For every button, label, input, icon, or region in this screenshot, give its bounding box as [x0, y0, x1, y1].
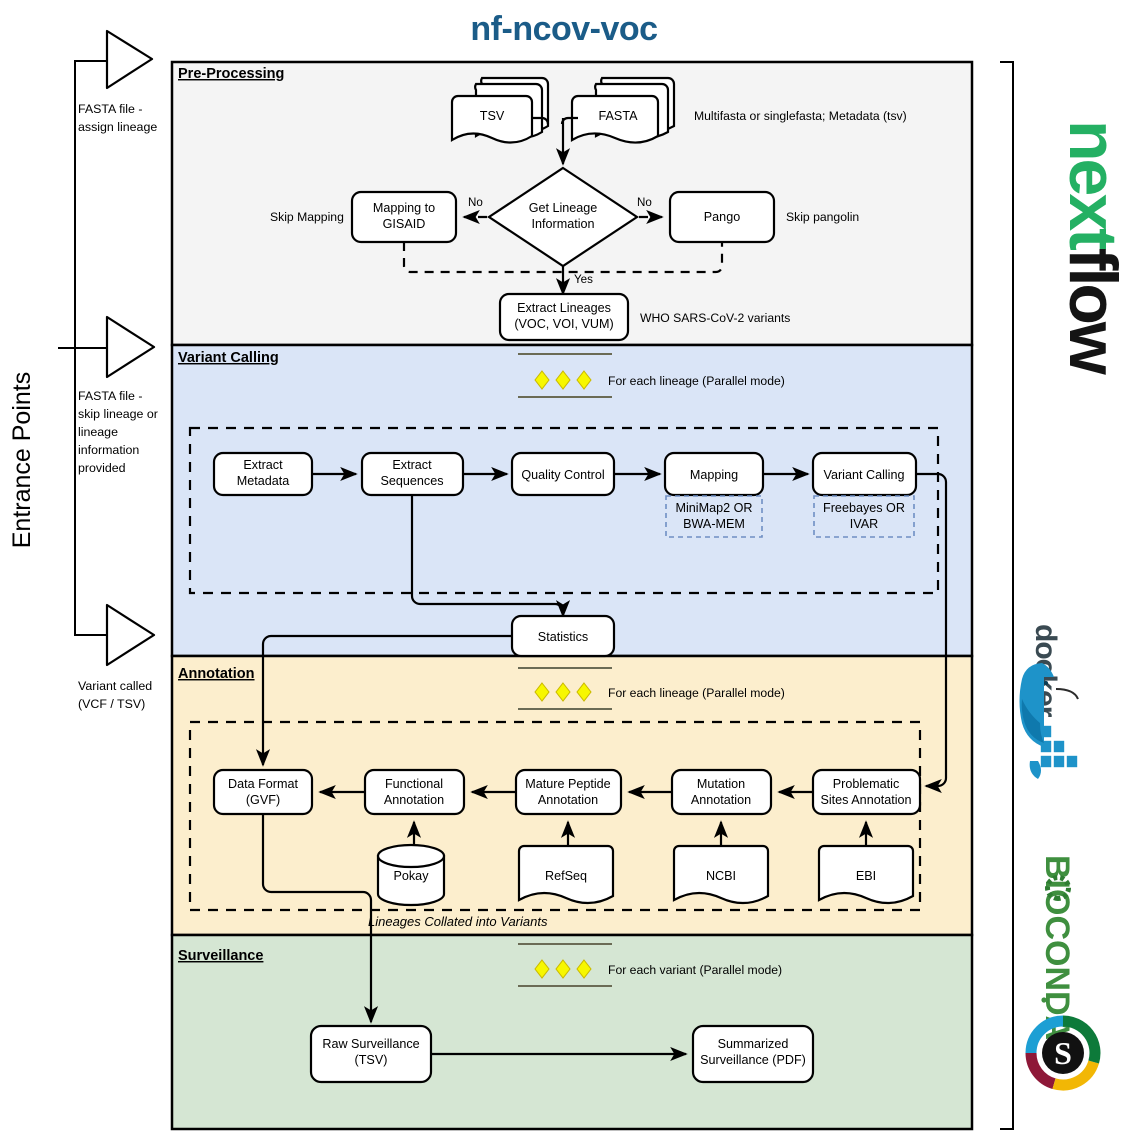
- annotation-footer-note: Lineages Collated into Variants: [368, 914, 548, 929]
- entrance-label-3-line2: (VCF / TSV): [78, 697, 145, 711]
- extract-metadata-line2: Metadata: [237, 474, 290, 488]
- problematic-sites-annotation: Problematic Sites Annotation: [811, 768, 922, 816]
- skip-mapping-note: Skip Mapping: [270, 210, 344, 224]
- entrance-label-1-line2: assign lineage: [78, 120, 157, 134]
- mapping: Mapping: [663, 451, 765, 497]
- entrance-label-1-line1: FASTA file -: [78, 102, 143, 116]
- mature-peptide-annotation-line1: Mature Peptide: [525, 777, 610, 791]
- variant-calling-tools-line1: Freebayes OR: [823, 501, 905, 515]
- entrance-label-2-line4: information: [78, 443, 139, 457]
- panel-surveillance: [170, 933, 974, 1131]
- mapping-to-gisaid-line1: Mapping to: [373, 201, 435, 215]
- mapping-tools-line2: BWA-MEM: [683, 517, 745, 531]
- nextflow-logo-text-green: next: [1055, 120, 1128, 250]
- entrance-label-2-line1: FASTA file -: [78, 389, 143, 403]
- parallel-note-surveillance: For each variant (Parallel mode): [608, 963, 782, 977]
- mutation-annotation: Mutation Annotation: [670, 768, 773, 816]
- data-format-gvf: Data Format (GVF): [212, 768, 314, 816]
- problematic-sites-annotation-line2: Sites Annotation: [820, 793, 911, 807]
- page-title: nf-ncov-voc: [470, 10, 657, 48]
- variant-calling-step: Variant Calling: [811, 451, 918, 497]
- parallel-note-annotation: For each lineage (Parallel mode): [608, 686, 785, 700]
- functional-annotation: Functional Annotation: [363, 768, 466, 816]
- raw-surveillance-line2: (TSV): [355, 1053, 388, 1067]
- mapping-to-gisaid: Mapping to GISAID: [350, 190, 458, 244]
- entrance-points-axis-label: Entrance Points: [8, 372, 36, 549]
- statistics: Statistics: [510, 614, 616, 658]
- quality-control: Quality Control: [510, 451, 616, 497]
- variant-calling-tools-line2: IVAR: [850, 517, 878, 531]
- ebi-document-label: EBI: [856, 869, 876, 883]
- extract-sequences-line2: Sequences: [380, 474, 443, 488]
- entrance-label-3-line1: Variant called: [78, 679, 152, 693]
- get-lineage-information-line1: Get Lineage: [529, 201, 598, 215]
- who-variants-note: WHO SARS-CoV-2 variants: [640, 311, 790, 325]
- ncbi-document-label: NCBI: [706, 869, 736, 883]
- ncbi-document: NCBI: [672, 844, 770, 905]
- variant-calling-step-label: Variant Calling: [824, 468, 905, 482]
- extract-lineages-line2: (VOC, VOI, VUM): [514, 317, 613, 331]
- problematic-sites-annotation-line1: Problematic: [833, 777, 900, 791]
- extract-lineages: Extract Lineages (VOC, VOI, VUM): [498, 292, 630, 342]
- entrance-label-2-line3: lineage: [78, 425, 118, 439]
- extract-metadata-line1: Extract: [243, 458, 283, 472]
- refseq-document-label: RefSeq: [545, 869, 587, 883]
- entrance-label-2-line2: skip lineage or: [78, 407, 158, 421]
- section-title-annotation: Annotation: [178, 666, 255, 682]
- extract-metadata: Extract Metadata: [212, 451, 314, 497]
- bioconda-registered-mark: [1041, 997, 1047, 1003]
- extract-sequences-line1: Extract: [392, 458, 432, 472]
- quality-control-label: Quality Control: [521, 468, 604, 482]
- extract-lineages-line1: Extract Lineages: [517, 301, 611, 315]
- mapping-tools-line1: MiniMap2 OR: [676, 501, 753, 515]
- edge-label-no-left: No: [468, 196, 483, 209]
- nextflow-logo: nextflow: [1055, 120, 1128, 376]
- refseq-document: RefSeq: [517, 844, 615, 905]
- mapping-to-gisaid-line2: GISAID: [383, 217, 426, 231]
- section-title-pre-processing: Pre-Processing: [178, 66, 284, 82]
- pango: Pango: [668, 190, 776, 244]
- tsv-document-label: TSV: [480, 109, 505, 123]
- summarized-surveillance-line2: Surveillance (PDF): [700, 1053, 806, 1067]
- pokay-database: Pokay: [376, 843, 446, 907]
- functional-annotation-line1: Functional: [385, 777, 443, 791]
- skip-pangolin-note: Skip pangolin: [786, 210, 859, 224]
- fasta-document-label: FASTA: [599, 109, 639, 123]
- section-title-variant-calling: Variant Calling: [178, 350, 279, 366]
- mapping-label: Mapping: [690, 468, 738, 482]
- bioconda-logo-text: BIOCONDA: [1038, 855, 1076, 1040]
- extract-sequences: Extract Sequences: [360, 451, 465, 497]
- mutation-annotation-line1: Mutation: [697, 777, 745, 791]
- data-format-gvf-line1: Data Format: [228, 777, 298, 791]
- nextflow-logo-text-dark: flow: [1055, 248, 1128, 376]
- summarized-surveillance: Summarized Surveillance (PDF): [691, 1024, 815, 1084]
- functional-annotation-line2: Annotation: [384, 793, 444, 807]
- pango-label: Pango: [704, 210, 740, 224]
- edge-label-no-right: No: [637, 196, 652, 209]
- summarized-surveillance-line1: Summarized: [718, 1037, 789, 1051]
- mature-peptide-annotation: Mature Peptide Annotation: [514, 768, 623, 816]
- mature-peptide-annotation-line2: Annotation: [538, 793, 598, 807]
- svg-text:nextflow: nextflow: [1055, 120, 1128, 376]
- pokay-database-label: Pokay: [393, 869, 429, 883]
- get-lineage-information-line2: Information: [532, 217, 595, 231]
- mutation-annotation-line2: Annotation: [691, 793, 751, 807]
- singularity-logo-text: S: [1054, 1035, 1072, 1071]
- statistics-label: Statistics: [538, 630, 588, 644]
- raw-surveillance: Raw Surveillance (TSV): [309, 1024, 433, 1084]
- entrance-label-2-line5: provided: [78, 461, 126, 475]
- section-title-surveillance: Surveillance: [178, 948, 263, 964]
- ebi-document: EBI: [817, 844, 915, 905]
- parallel-note-variant-calling: For each lineage (Parallel mode): [608, 374, 785, 388]
- input-note: Multifasta or singlefasta; Metadata (tsv…: [694, 109, 907, 123]
- raw-surveillance-line1: Raw Surveillance: [322, 1037, 419, 1051]
- bioconda-logo: BIOCONDA: [1038, 855, 1076, 1040]
- edge-label-yes: Yes: [574, 273, 593, 286]
- data-format-gvf-line2: (GVF): [246, 793, 280, 807]
